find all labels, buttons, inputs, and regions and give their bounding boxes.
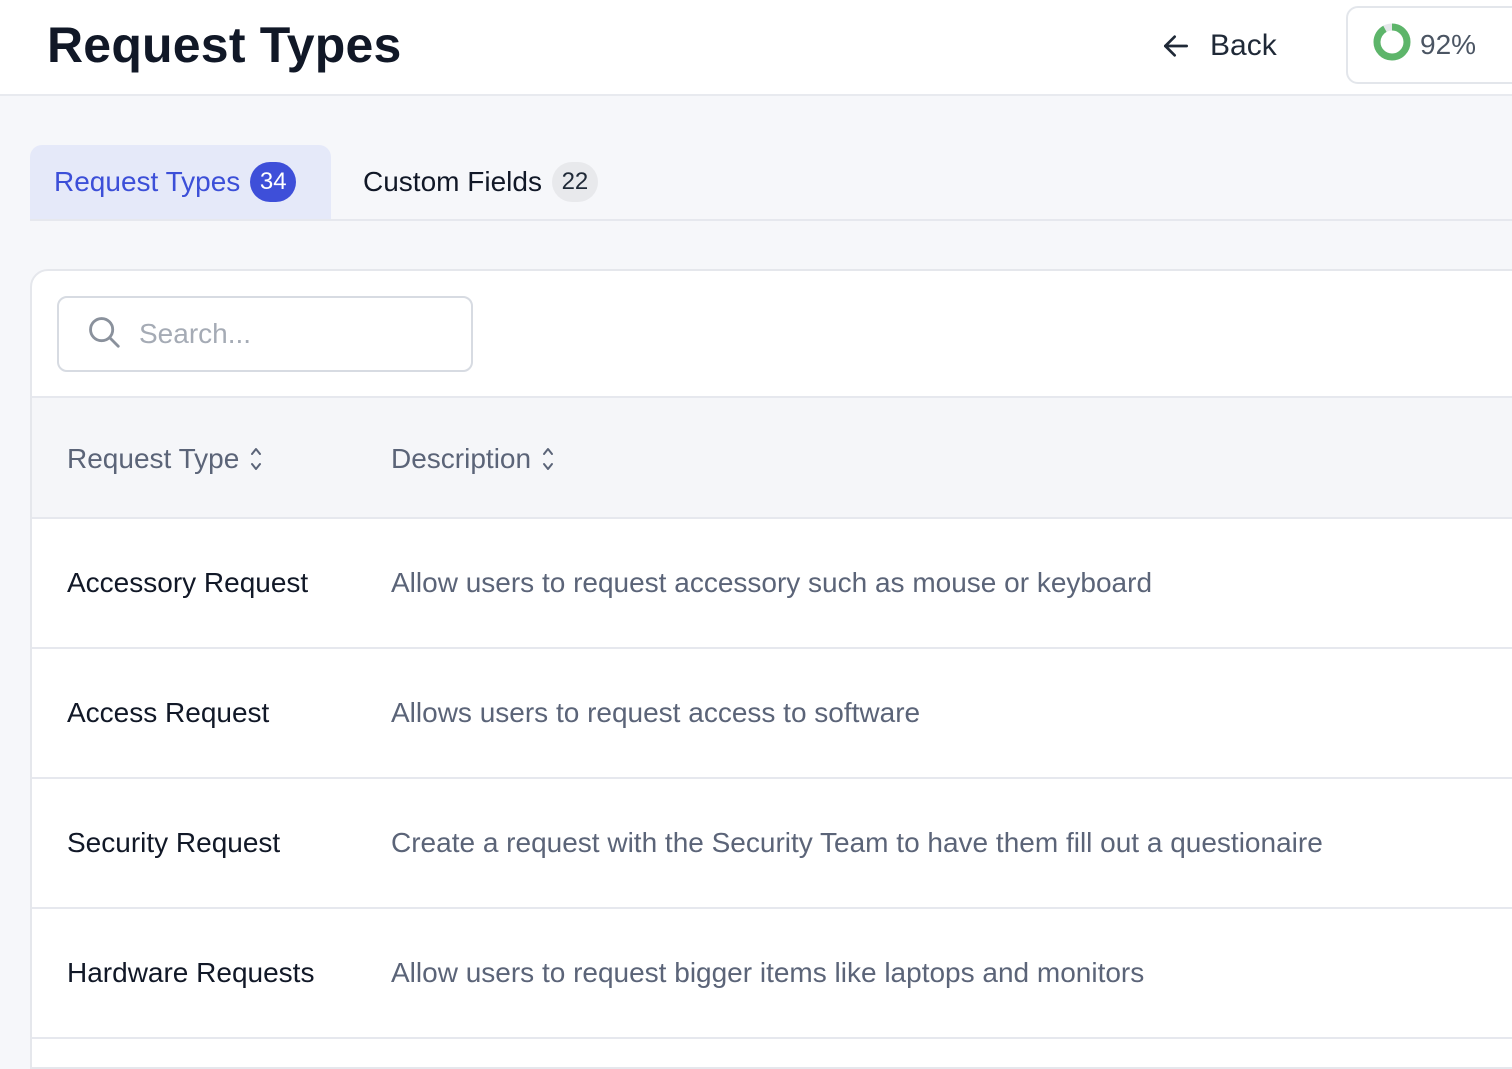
- tab-request-types[interactable]: Request Types 34: [30, 145, 331, 219]
- completion-indicator[interactable]: 92%: [1346, 6, 1512, 84]
- column-label: Request Type: [67, 442, 240, 474]
- request-type-description: Allow users to request accessory such as…: [391, 567, 1153, 598]
- tab-bar: Request Types 34 Custom Fields 22: [30, 145, 1512, 221]
- search-icon: [85, 313, 123, 356]
- request-types-card: Request Type Description: [30, 269, 1512, 1069]
- sort-icon: [541, 444, 555, 474]
- request-type-name: Access Request: [67, 697, 270, 728]
- page-title: Request Types: [47, 17, 402, 73]
- table-row[interactable]: Access Request Allows users to request a…: [32, 649, 1512, 779]
- top-bar: Request Types Back 92%: [0, 0, 1512, 96]
- search-input[interactable]: [139, 318, 439, 350]
- column-header-request-type[interactable]: Request Type: [67, 398, 263, 519]
- sort-icon: [249, 444, 263, 474]
- request-types-table: Request Type Description Accessory Reque…: [32, 396, 1512, 1039]
- progress-ring-icon: [1372, 22, 1412, 69]
- request-type-name: Hardware Requests: [67, 957, 315, 988]
- request-type-description: Allow users to request bigger items like…: [391, 957, 1145, 988]
- tab-label: Request Types: [54, 166, 241, 197]
- request-type-name: Security Request: [67, 827, 281, 858]
- tab-custom-fields[interactable]: Custom Fields 22: [363, 145, 598, 219]
- tab-label: Custom Fields: [363, 166, 542, 197]
- request-type-name: Accessory Request: [67, 567, 309, 598]
- search-box[interactable]: [57, 296, 473, 372]
- count-badge: 22: [551, 162, 598, 202]
- table-row[interactable]: Hardware Requests Allow users to request…: [32, 909, 1512, 1039]
- column-header-description[interactable]: Description: [391, 398, 555, 519]
- arrow-left-icon: [1160, 30, 1192, 62]
- request-type-description: Allows users to request access to softwa…: [391, 697, 921, 728]
- table-row[interactable]: Security Request Create a request with t…: [32, 779, 1512, 909]
- table-row[interactable]: Accessory Request Allow users to request…: [32, 519, 1512, 649]
- column-label: Description: [391, 442, 532, 474]
- table-header: Request Type Description: [32, 396, 1512, 519]
- count-badge: 34: [250, 162, 297, 202]
- progress-percent: 92%: [1420, 29, 1477, 60]
- request-type-description: Create a request with the Security Team …: [391, 827, 1323, 858]
- back-label: Back: [1210, 29, 1277, 62]
- back-button[interactable]: Back: [1160, 22, 1277, 70]
